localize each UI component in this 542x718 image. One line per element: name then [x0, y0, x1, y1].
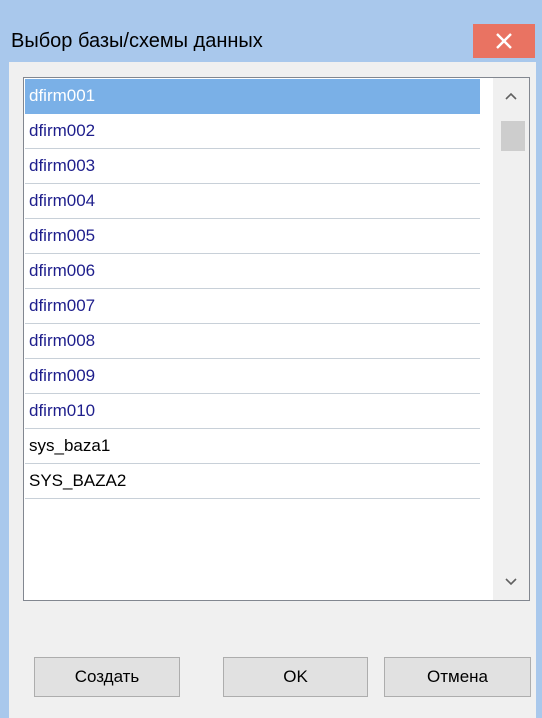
scroll-up-button[interactable]: [493, 78, 529, 114]
list-item[interactable]: dfirm006: [25, 254, 480, 289]
list-item[interactable]: dfirm010: [25, 394, 480, 429]
list-item[interactable]: dfirm003: [25, 149, 480, 184]
cancel-button[interactable]: Отмена: [384, 657, 531, 697]
dialog-window: Выбор базы/схемы данных dfirm001 dfirm002…: [0, 0, 542, 718]
list-item[interactable]: dfirm005: [25, 219, 480, 254]
create-button[interactable]: Создать: [34, 657, 180, 697]
list-item[interactable]: sys_baza1: [25, 429, 480, 464]
close-icon: [496, 33, 512, 49]
database-listbox[interactable]: dfirm001 dfirm002 dfirm003 dfirm004 dfirm005…: [23, 77, 530, 601]
chevron-up-icon: [505, 92, 517, 100]
list-item[interactable]: dfirm002: [25, 114, 480, 149]
list-item[interactable]: dfirm009: [25, 359, 480, 394]
close-button[interactable]: [473, 24, 535, 58]
vertical-scrollbar[interactable]: [493, 78, 529, 600]
chevron-down-icon: [505, 578, 517, 586]
list-item[interactable]: dfirm008: [25, 324, 480, 359]
database-list: dfirm001 dfirm002 dfirm003 dfirm004 dfirm005…: [25, 79, 480, 499]
list-item[interactable]: dfirm004: [25, 184, 480, 219]
list-item[interactable]: dfirm001: [25, 79, 480, 114]
window-title: Выбор базы/схемы данных: [11, 30, 263, 52]
list-item[interactable]: SYS_BAZA2: [25, 464, 480, 499]
scroll-down-button[interactable]: [493, 564, 529, 600]
title-bar[interactable]: Выбор базы/схемы данных: [0, 0, 542, 62]
list-item[interactable]: dfirm007: [25, 289, 480, 324]
ok-button[interactable]: OK: [223, 657, 368, 697]
scroll-thumb[interactable]: [501, 121, 525, 151]
